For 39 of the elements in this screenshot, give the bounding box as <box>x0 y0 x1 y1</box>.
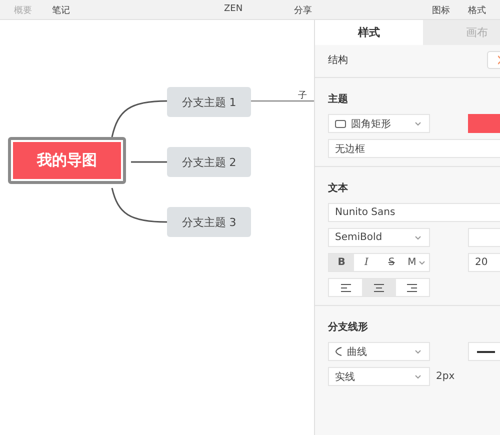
shape-dropdown[interactable]: 圆角矩形 <box>328 114 430 133</box>
solid-line-icon <box>477 350 495 352</box>
align-left-icon <box>340 284 351 292</box>
curve-icon <box>335 347 342 356</box>
toolbar-item[interactable]: 分享 <box>294 4 312 17</box>
line-shape-dropdown[interactable]: 曲线 <box>328 342 430 361</box>
line-width-value: 2px <box>436 371 455 382</box>
caret-icon <box>419 260 426 264</box>
align-button[interactable] <box>362 279 396 296</box>
font-size-field[interactable]: 20 <box>468 253 500 272</box>
caret-icon <box>415 375 421 379</box>
font-weight-dropdown[interactable]: SemiBold <box>328 228 430 247</box>
caret-icon <box>415 350 421 354</box>
rounded-rectangle-icon <box>335 120 346 128</box>
subtopic-label[interactable]: 子 <box>298 89 307 102</box>
toolbar-item[interactable]: 图标 <box>432 4 450 17</box>
connector-line <box>111 100 168 138</box>
line-style-dropdown[interactable]: 实线 <box>328 367 430 386</box>
branch-topic[interactable]: 分支主题 1 <box>167 87 251 117</box>
branch-topic[interactable]: 分支主题 3 <box>167 207 251 237</box>
align-right-icon <box>407 284 418 292</box>
branch-topic[interactable]: 分支主题 2 <box>167 147 251 177</box>
toolbar-item[interactable]: 格式 <box>468 4 486 17</box>
toolbar-item[interactable]: ZEN <box>224 4 243 14</box>
connector-line <box>250 100 314 102</box>
section-title: 主题 <box>328 92 349 106</box>
panel-tab[interactable]: 样式 <box>315 20 423 45</box>
toolbar-item[interactable]: 笔记 <box>52 4 70 17</box>
text-style-button[interactable]: B <box>329 254 354 271</box>
connector-line <box>131 161 167 163</box>
connector-line <box>111 188 168 223</box>
section-label: 结构 <box>328 54 348 67</box>
section-title: 文本 <box>328 182 349 195</box>
border-dropdown[interactable]: 无边框 <box>328 139 500 158</box>
section-title: 分支线形 <box>328 320 369 334</box>
font-dropdown[interactable]: Nunito Sans <box>328 203 500 222</box>
caret-icon <box>415 236 421 240</box>
align-center-icon <box>374 284 384 292</box>
caret-icon <box>415 122 421 126</box>
